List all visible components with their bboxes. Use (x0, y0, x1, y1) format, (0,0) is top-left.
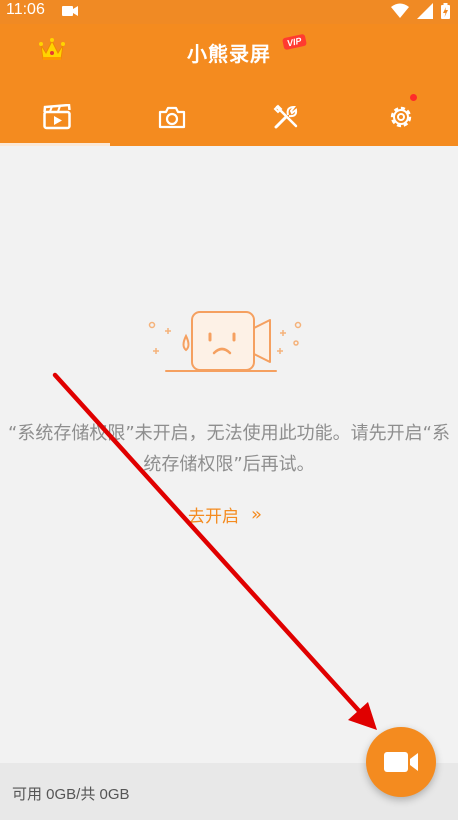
tab-tools[interactable] (229, 88, 344, 146)
app-header: 小熊录屏 VIP (0, 24, 458, 146)
video-camera-status-icon (62, 6, 78, 16)
video-clapper-icon (43, 104, 71, 130)
wifi-icon (391, 3, 409, 18)
active-tab-indicator (0, 143, 110, 146)
video-camera-icon (384, 752, 418, 772)
gear-icon (390, 106, 411, 128)
battery-icon (441, 3, 450, 19)
permission-message: “系统存储权限”未开启，无法使用此功能。请先开启“系统存储权限”后再试。 (8, 423, 450, 475)
double-chevron-right-icon: » (251, 504, 263, 525)
app-title: 小熊录屏 (187, 42, 271, 66)
tab-videos[interactable] (0, 88, 115, 146)
enable-permission-label: 去开启 (188, 507, 239, 527)
notification-dot (410, 94, 417, 101)
sad-camera-illustration (148, 311, 302, 372)
status-bar: 11:06 (0, 0, 458, 24)
tools-icon (273, 104, 298, 129)
tab-settings[interactable] (344, 88, 458, 146)
signal-icon (417, 3, 433, 19)
enable-permission-link[interactable]: 去开启 » (188, 502, 262, 527)
storage-info: 可用 0GB/共 0GB (12, 786, 130, 803)
status-icons (391, 3, 450, 19)
status-time: 11:06 (6, 1, 45, 18)
tab-screenshots[interactable] (115, 88, 230, 146)
tab-bar (0, 88, 458, 146)
camera-icon (158, 106, 185, 129)
record-button[interactable] (366, 727, 436, 797)
